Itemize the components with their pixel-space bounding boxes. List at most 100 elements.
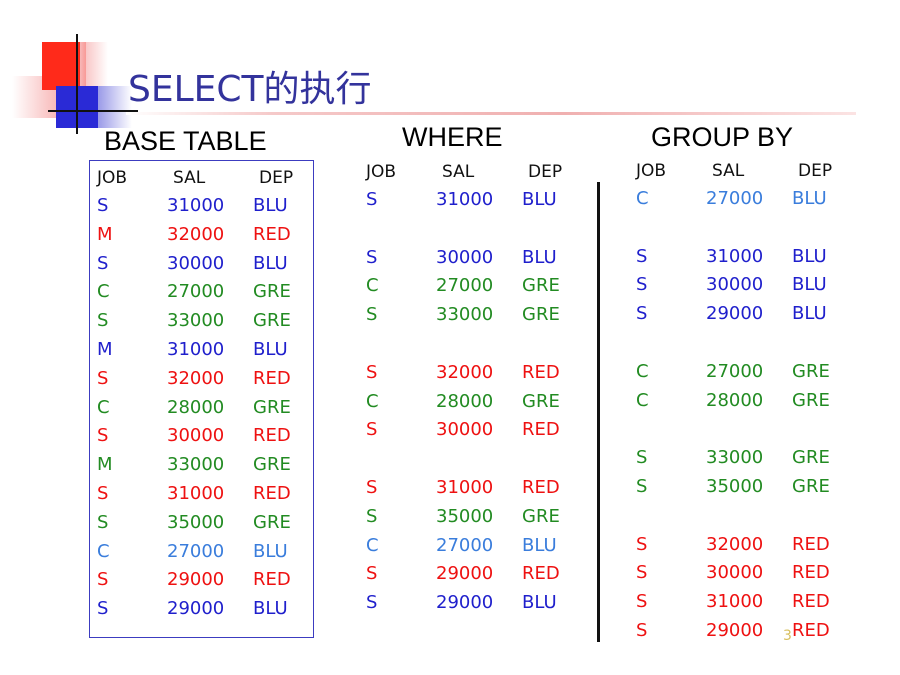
cell-job: S <box>366 477 378 498</box>
cell-dep: BLU <box>253 598 288 620</box>
cell-job: S <box>97 425 109 447</box>
cell-sal: 32000 <box>167 223 225 245</box>
cell-job: S <box>366 304 378 326</box>
cell-job: C <box>97 396 110 418</box>
decor-blue-fade <box>98 86 132 128</box>
page-number: 3 <box>783 628 792 644</box>
cell-dep: GRE <box>522 275 560 297</box>
cell-dep: GRE <box>522 304 560 326</box>
cell-dep: RED <box>253 367 291 389</box>
cell-sal: 33000 <box>167 454 225 476</box>
cell-sal: 27000 <box>706 188 764 209</box>
cell-job: S <box>97 310 109 332</box>
column-header: DEP <box>798 161 833 181</box>
where-heading: WHERE <box>402 122 503 152</box>
cell-sal: 27000 <box>706 360 764 382</box>
cell-dep: BLU <box>522 246 557 268</box>
slide-title: SELECT的执行 <box>128 69 372 110</box>
cell-job: S <box>636 533 648 555</box>
cell-sal: 33000 <box>706 447 764 469</box>
cell-dep: RED <box>792 620 830 641</box>
cell-job: S <box>636 303 648 325</box>
cell-dep: GRE <box>522 505 560 527</box>
cell-job: M <box>97 454 113 476</box>
cell-job: S <box>636 620 648 641</box>
cell-sal: 30000 <box>167 252 225 274</box>
group-by-heading: GROUP BY <box>651 122 794 152</box>
cell-job: M <box>97 339 113 360</box>
cell-sal: 30000 <box>436 246 494 268</box>
cell-dep: RED <box>522 477 560 498</box>
cell-dep: GRE <box>253 310 291 332</box>
cell-job: S <box>366 361 378 383</box>
cell-dep: BLU <box>253 252 288 274</box>
cell-job: M <box>97 223 113 245</box>
cell-dep: BLU <box>792 274 827 296</box>
cell-sal: 35000 <box>436 505 494 527</box>
cell-job: S <box>97 511 109 533</box>
cell-job: C <box>97 281 110 303</box>
cell-sal: 30000 <box>706 274 764 296</box>
cell-sal: 32000 <box>167 367 225 389</box>
cell-dep: GRE <box>253 511 291 533</box>
cell-job: C <box>366 390 379 412</box>
cell-job: S <box>97 252 109 274</box>
cell-dep: GRE <box>792 447 830 469</box>
cell-sal: 31000 <box>436 189 494 210</box>
cell-dep: BLU <box>522 534 557 556</box>
column-header: JOB <box>636 161 667 181</box>
cell-job: C <box>366 534 379 556</box>
cell-sal: 35000 <box>167 511 225 533</box>
decor-vertical-line <box>76 34 78 134</box>
cell-job: S <box>366 246 378 268</box>
cell-job: S <box>97 367 109 389</box>
cell-sal: 33000 <box>167 310 225 332</box>
column-header: JOB <box>366 162 397 182</box>
column-header: DEP <box>528 162 563 182</box>
cell-sal: 32000 <box>706 533 764 555</box>
cell-dep: GRE <box>792 476 830 497</box>
cell-job: S <box>366 419 378 441</box>
cell-dep: RED <box>253 483 291 504</box>
cell-sal: 33000 <box>436 304 494 326</box>
cell-dep: GRE <box>792 360 830 382</box>
cell-dep: BLU <box>253 540 288 562</box>
cell-job: C <box>97 540 110 562</box>
column-header: SAL <box>442 162 475 182</box>
cell-sal: 30000 <box>706 562 764 584</box>
cell-sal: 31000 <box>167 195 225 216</box>
cell-dep: RED <box>522 419 560 441</box>
cell-dep: GRE <box>792 389 830 411</box>
cell-job: S <box>366 189 378 210</box>
cell-sal: 31000 <box>167 483 225 504</box>
cell-dep: BLU <box>792 188 827 209</box>
cell-job: C <box>636 360 649 382</box>
cell-sal: 29000 <box>706 620 764 641</box>
cell-sal: 35000 <box>706 476 764 497</box>
cell-sal: 28000 <box>167 396 225 418</box>
cell-dep: RED <box>253 425 291 447</box>
cell-sal: 28000 <box>436 390 494 412</box>
column-header: JOB <box>97 168 128 188</box>
cell-dep: BLU <box>522 592 557 614</box>
cell-sal: 28000 <box>706 389 764 411</box>
decor-pink-fade <box>80 42 108 86</box>
cell-sal: 27000 <box>436 534 494 556</box>
cell-dep: RED <box>792 591 830 613</box>
cell-sal: 27000 <box>167 281 225 303</box>
cell-dep: GRE <box>522 390 560 412</box>
vertical-divider <box>597 182 600 642</box>
cell-job: S <box>97 195 109 216</box>
cell-dep: BLU <box>253 339 288 360</box>
column-header: DEP <box>259 168 294 188</box>
cell-job: S <box>636 562 648 584</box>
cell-sal: 31000 <box>436 477 494 498</box>
cell-sal: 27000 <box>167 540 225 562</box>
cell-dep: BLU <box>792 245 827 267</box>
cell-dep: RED <box>792 562 830 584</box>
cell-sal: 29000 <box>436 563 494 585</box>
cell-sal: 30000 <box>167 425 225 447</box>
cell-dep: GRE <box>253 454 291 476</box>
cell-dep: RED <box>253 569 291 591</box>
cell-dep: RED <box>792 533 830 555</box>
